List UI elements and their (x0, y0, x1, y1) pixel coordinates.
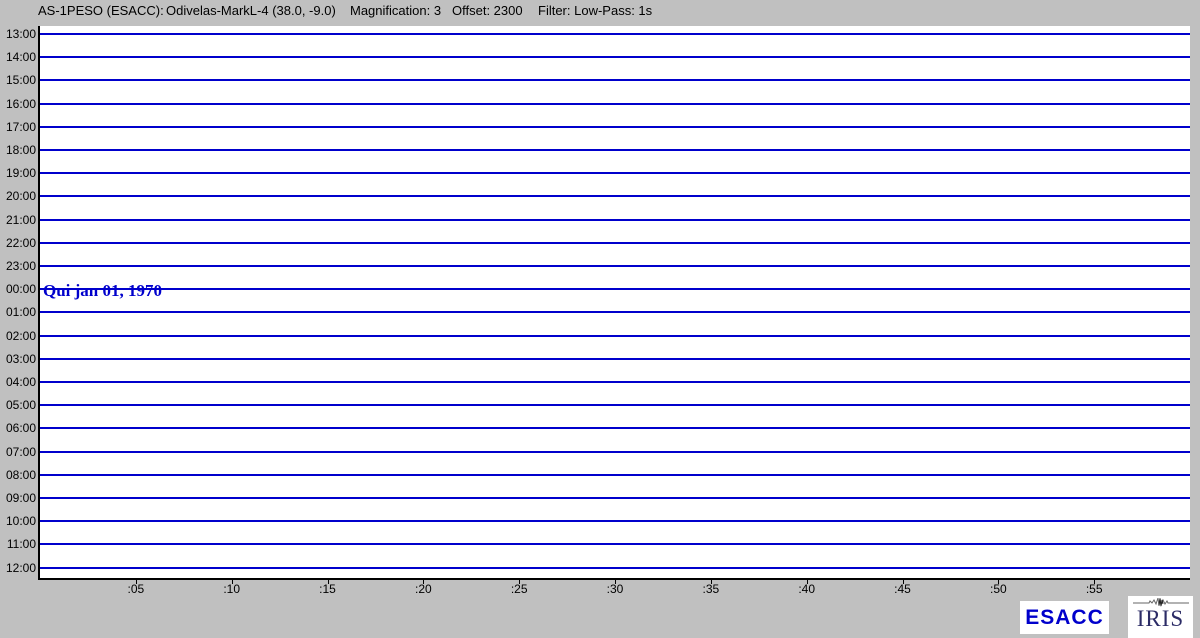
trace-line (40, 311, 1190, 313)
trace-line (40, 427, 1190, 429)
trace-line (40, 288, 1190, 290)
hour-label: 19:00 (0, 166, 36, 180)
esacc-logo-text: ESACC (1025, 606, 1104, 629)
trace-line (40, 56, 1190, 58)
amaseis-helicorder-window: { "header": { "station": "AS-1PESO (ESAC… (0, 0, 1200, 638)
trace-line (40, 404, 1190, 406)
hour-label: 11:00 (0, 537, 36, 551)
header-offset-label: Offset: 2300 (452, 3, 523, 18)
trace-line (40, 126, 1190, 128)
minute-label: :45 (878, 582, 928, 596)
helicorder-plot-area[interactable] (38, 26, 1190, 580)
hour-label: 23:00 (0, 259, 36, 273)
trace-line (40, 451, 1190, 453)
minute-label: :40 (782, 582, 832, 596)
header-station-label: AS-1PESO (ESACC): (38, 3, 164, 18)
hour-label: 04:00 (0, 375, 36, 389)
hour-label: 03:00 (0, 352, 36, 366)
trace-line (40, 381, 1190, 383)
minute-label: :20 (398, 582, 448, 596)
minute-label: :55 (1069, 582, 1119, 596)
iris-logo-text: IRIS (1128, 607, 1193, 630)
trace-line (40, 103, 1190, 105)
hour-label: 01:00 (0, 305, 36, 319)
minute-label: :50 (973, 582, 1023, 596)
minute-label: :15 (303, 582, 353, 596)
minute-label: :35 (686, 582, 736, 596)
header-filter-label: Filter: Low-Pass: 1s (538, 3, 652, 18)
trace-line (40, 358, 1190, 360)
hour-label: 22:00 (0, 236, 36, 250)
date-annotation: Qui jan 01, 1970 (43, 281, 162, 301)
hour-label: 20:00 (0, 189, 36, 203)
trace-line (40, 497, 1190, 499)
hour-label: 02:00 (0, 329, 36, 343)
hour-label: 07:00 (0, 445, 36, 459)
hour-label: 08:00 (0, 468, 36, 482)
trace-line (40, 520, 1190, 522)
hour-label: 10:00 (0, 514, 36, 528)
minute-label: :30 (590, 582, 640, 596)
hour-label: 21:00 (0, 213, 36, 227)
hour-label: 09:00 (0, 491, 36, 505)
esacc-logo: ESACC (1020, 601, 1109, 634)
hour-label: 13:00 (0, 27, 36, 41)
hour-label: 14:00 (0, 50, 36, 64)
minute-label: :05 (111, 582, 161, 596)
trace-line (40, 33, 1190, 35)
header-magnification-label: Magnification: 3 (350, 3, 441, 18)
hour-label: 16:00 (0, 97, 36, 111)
hour-label: 06:00 (0, 421, 36, 435)
trace-line (40, 149, 1190, 151)
trace-line (40, 172, 1190, 174)
hour-label: 12:00 (0, 561, 36, 575)
trace-line (40, 219, 1190, 221)
hour-label: 15:00 (0, 73, 36, 87)
hour-label: 05:00 (0, 398, 36, 412)
minute-label: :10 (207, 582, 257, 596)
hour-label: 18:00 (0, 143, 36, 157)
trace-line (40, 265, 1190, 267)
trace-line (40, 79, 1190, 81)
hour-label: 00:00 (0, 282, 36, 296)
trace-line (40, 335, 1190, 337)
header-sensor-label: Odivelas-MarkL-4 (38.0, -9.0) (166, 3, 336, 18)
trace-line (40, 543, 1190, 545)
trace-line (40, 474, 1190, 476)
iris-logo: IRIS (1128, 596, 1193, 638)
minute-label: :25 (494, 582, 544, 596)
trace-line (40, 242, 1190, 244)
hour-label: 17:00 (0, 120, 36, 134)
trace-line (40, 567, 1190, 569)
trace-line (40, 195, 1190, 197)
